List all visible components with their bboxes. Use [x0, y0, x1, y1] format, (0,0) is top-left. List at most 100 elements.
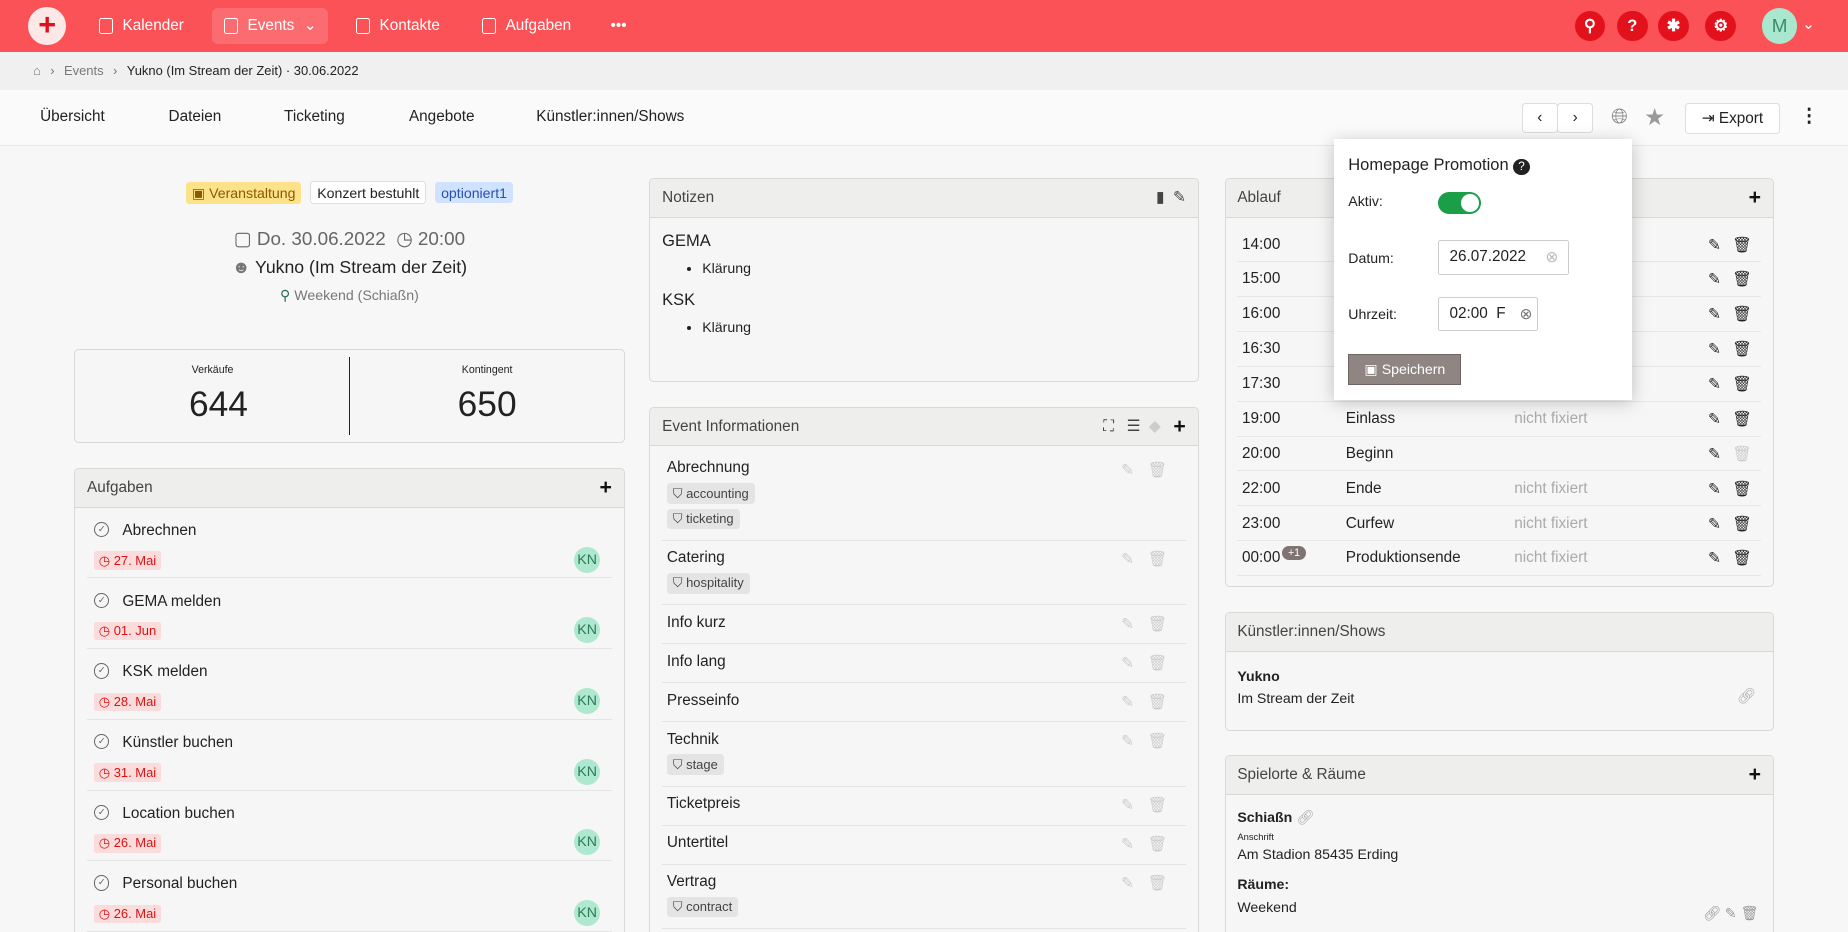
info-name[interactable]: Info kurz — [667, 614, 1181, 632]
check-circle-icon[interactable]: ✓ — [94, 875, 110, 891]
add-venue-icon[interactable]: + — [1749, 763, 1761, 787]
venue-name[interactable]: Schiaßn — [1237, 809, 1292, 825]
trash-icon[interactable]: 🗑︎ — [1148, 796, 1167, 815]
tab-uebersicht[interactable]: Übersicht — [40, 108, 105, 126]
tab-ticketing[interactable]: Ticketing — [284, 108, 345, 126]
save-button[interactable]: ▣ Speichern — [1348, 353, 1462, 386]
info-name[interactable]: Technik — [667, 731, 1181, 749]
add-task-icon[interactable]: + — [599, 476, 611, 500]
pencil-icon[interactable]: ✎ — [1708, 549, 1721, 568]
export-button[interactable]: ⇥ Export — [1685, 102, 1780, 135]
home-icon[interactable]: ⌂ — [33, 63, 41, 78]
kebab-menu-icon[interactable]: ⋮ — [1800, 105, 1819, 127]
pencil-icon[interactable]: ✎ — [1708, 480, 1721, 499]
pencil-icon[interactable]: ✎ — [1121, 654, 1134, 673]
trash-icon[interactable]: 🗑︎ — [1148, 874, 1167, 893]
nav-kalender[interactable]: Kalender — [87, 8, 195, 43]
pencil-icon[interactable]: ✎ — [1121, 732, 1134, 751]
prev-button[interactable]: ‹ — [1521, 102, 1559, 134]
pencil-icon[interactable]: ✎ — [1708, 236, 1721, 255]
trash-icon[interactable]: 🗑︎ — [1741, 905, 1759, 921]
task-item[interactable]: ✓ KSK melden ◷ 28. Mai KN — [87, 649, 612, 720]
search-icon[interactable]: ⚲ — [1574, 10, 1606, 42]
pencil-icon[interactable]: ✎ — [1121, 693, 1134, 712]
add-info-icon[interactable]: + — [1173, 415, 1185, 439]
trash-icon[interactable]: 🗑︎ — [1148, 835, 1167, 854]
task-item[interactable]: ✓ Abrechnen ◷ 27. Mai KN — [87, 508, 612, 579]
user-avatar[interactable]: M — [1761, 8, 1798, 44]
globe-icon[interactable]: 🌐︎ — [1611, 105, 1628, 129]
trash-icon[interactable]: 🗑︎ — [1148, 615, 1167, 634]
link-icon[interactable]: 🔗︎ — [1703, 905, 1721, 921]
trash-icon[interactable]: 🗑︎ — [1148, 654, 1167, 673]
list-icon[interactable]: ☰ — [1127, 417, 1141, 436]
task-item[interactable]: ✓ Personal buchen ◷ 26. Mai KN — [87, 861, 612, 932]
link-icon[interactable]: 🔗︎ — [1737, 687, 1756, 706]
task-item[interactable]: ✓ Künstler buchen ◷ 31. Mai KN — [87, 720, 612, 791]
pencil-icon[interactable]: ✎ — [1708, 270, 1721, 289]
nav-aufgaben[interactable]: Aufgaben — [470, 8, 583, 43]
tab-kuenstler[interactable]: Künstler:innen/Shows — [536, 108, 684, 126]
check-circle-icon[interactable]: ✓ — [94, 521, 110, 538]
pencil-icon[interactable]: ✎ — [1121, 796, 1134, 815]
date-input[interactable]: 26.07.2022 ⊗ — [1437, 240, 1569, 275]
pencil-icon[interactable]: ✎ — [1708, 410, 1721, 429]
next-button[interactable]: › — [1556, 102, 1594, 134]
nav-events[interactable]: Events ⌄ — [212, 8, 329, 44]
pencil-icon[interactable]: ✎ — [1121, 461, 1134, 480]
info-name[interactable]: Presseinfo — [667, 692, 1181, 710]
file-icon[interactable]: ▮ — [1156, 188, 1164, 207]
tab-dateien[interactable]: Dateien — [169, 108, 222, 126]
pencil-icon[interactable]: ✎ — [1708, 305, 1721, 324]
link-icon[interactable]: 🔗︎ — [1296, 809, 1314, 825]
add-schedule-icon[interactable]: + — [1749, 186, 1761, 210]
breadcrumb-events[interactable]: Events — [64, 63, 104, 78]
trash-icon[interactable]: 🗑︎ — [1732, 340, 1751, 359]
pencil-icon[interactable]: ✎ — [1708, 375, 1721, 394]
task-item[interactable]: ✓ GEMA melden ◷ 01. Jun KN — [87, 578, 612, 650]
expand-icon[interactable]: ⛶ — [1103, 418, 1114, 436]
info-name[interactable]: Vertrag — [667, 873, 1181, 891]
pencil-icon[interactable]: ✎ — [1708, 445, 1721, 464]
create-button[interactable]: + — [28, 7, 66, 45]
artist-name[interactable]: Yukno — [1237, 668, 1761, 684]
nav-kontakte[interactable]: Kontakte — [344, 8, 452, 43]
trash-icon[interactable]: 🗑︎ — [1148, 732, 1167, 751]
pencil-icon[interactable]: ✎ — [1121, 550, 1134, 569]
chevron-down-icon[interactable]: ⌄ — [1802, 15, 1815, 34]
nav-more[interactable]: ••• — [599, 8, 639, 43]
trash-icon[interactable]: 🗑︎ — [1732, 480, 1751, 499]
check-circle-icon[interactable]: ✓ — [94, 663, 110, 679]
trash-icon[interactable]: 🗑︎ — [1732, 445, 1751, 464]
trash-icon[interactable]: 🗑︎ — [1148, 461, 1167, 480]
pencil-icon[interactable]: ✎ — [1725, 905, 1737, 921]
pencil-icon[interactable]: ✎ — [1708, 340, 1721, 359]
star-icon[interactable]: ★ — [1644, 103, 1665, 131]
active-toggle[interactable] — [1437, 192, 1482, 215]
pencil-icon[interactable]: ✎ — [1173, 188, 1186, 207]
check-circle-icon[interactable]: ✓ — [94, 734, 110, 750]
trash-icon[interactable]: 🗑︎ — [1732, 305, 1751, 324]
info-name[interactable]: Ticketpreis — [667, 795, 1181, 813]
help-icon[interactable]: ? — [1513, 158, 1530, 176]
pencil-icon[interactable]: ✎ — [1708, 515, 1721, 534]
trash-icon[interactable]: 🗑︎ — [1732, 410, 1751, 429]
pencil-icon[interactable]: ✎ — [1121, 874, 1134, 893]
info-name[interactable]: Catering — [667, 549, 1181, 567]
info-name[interactable]: Info lang — [667, 653, 1181, 671]
bug-icon[interactable]: ✱ — [1658, 10, 1689, 42]
pencil-icon[interactable]: ✎ — [1121, 835, 1134, 854]
task-item[interactable]: ✓ Location buchen ◷ 26. Mai KN — [87, 791, 612, 862]
tags-icon[interactable]: ◆ — [1149, 417, 1161, 436]
trash-icon[interactable]: 🗑︎ — [1148, 693, 1167, 712]
trash-icon[interactable]: 🗑︎ — [1732, 270, 1751, 289]
check-circle-icon[interactable]: ✓ — [94, 804, 110, 821]
trash-icon[interactable]: 🗑︎ — [1732, 549, 1751, 568]
info-name[interactable]: Untertitel — [667, 834, 1181, 852]
event-room[interactable]: Weekend (Schiaßn) — [294, 287, 419, 303]
help-icon[interactable]: ? — [1616, 10, 1648, 42]
tab-angebote[interactable]: Angebote — [409, 108, 475, 126]
settings-icon[interactable]: ⚙ — [1705, 10, 1737, 42]
info-name[interactable]: Abrechnung — [667, 459, 1181, 477]
trash-icon[interactable]: 🗑︎ — [1732, 515, 1751, 534]
